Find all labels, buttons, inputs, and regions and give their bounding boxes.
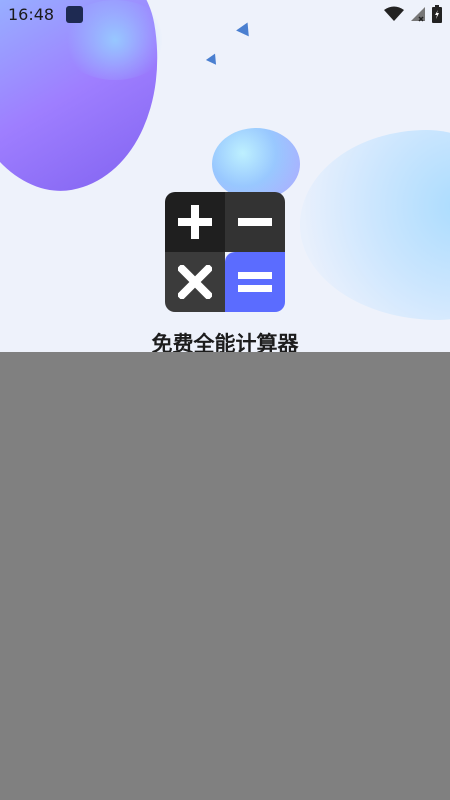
status-bar: 16:48 (0, 0, 450, 30)
splash-screen: 16:48 免费全能计算器 (0, 0, 450, 800)
plus-icon (165, 192, 225, 252)
wifi-icon (384, 6, 404, 22)
app-notification-icon (66, 6, 83, 23)
minus-icon (225, 192, 285, 252)
signal-icon (410, 6, 426, 22)
multiply-icon (165, 252, 225, 312)
status-time: 16:48 (8, 5, 55, 24)
calculator-logo (165, 192, 285, 312)
status-icons (384, 5, 442, 23)
decorative-blob-right (300, 130, 450, 320)
decorative-ball (212, 128, 300, 200)
equals-icon (225, 252, 285, 312)
decorative-triangle (205, 51, 221, 65)
battery-icon (432, 5, 442, 23)
gray-overlay-panel (0, 352, 450, 800)
